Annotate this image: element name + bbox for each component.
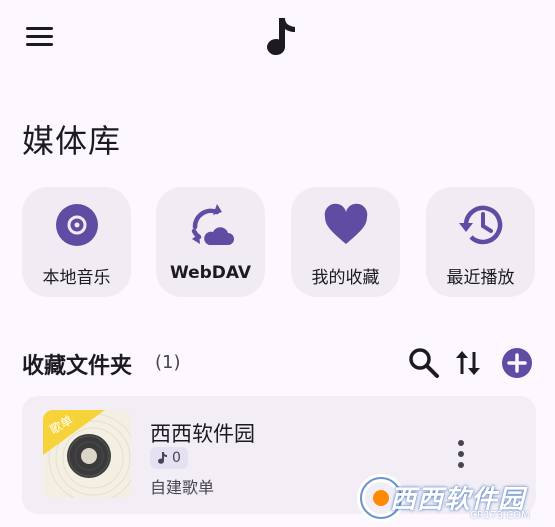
tile-label: 本地音乐: [42, 268, 111, 288]
disc-icon: [55, 204, 98, 246]
tile-favorites[interactable]: 我的收藏: [291, 187, 400, 297]
add-circle-icon[interactable]: [498, 344, 536, 382]
section-title: 收藏文件夹: [22, 354, 133, 379]
tile-local-music[interactable]: 本地音乐: [22, 187, 131, 297]
tile-label: WebDAV: [169, 263, 252, 283]
watermark-subtext: CR173.COM: [470, 510, 530, 521]
more-options-icon[interactable]: [446, 436, 476, 472]
tile-webdav[interactable]: WebDAV: [156, 187, 265, 297]
top-app-bar: [0, 0, 555, 80]
folder-name: 西西软件园: [150, 422, 255, 446]
song-count: 0: [172, 450, 181, 466]
sort-icon[interactable]: [449, 344, 487, 382]
search-icon[interactable]: [405, 344, 443, 382]
history-icon: [458, 205, 502, 245]
section-count: (1): [155, 352, 181, 373]
tile-label: 最近播放: [446, 268, 515, 288]
menu-icon[interactable]: [20, 20, 60, 54]
folder-subtitle: 自建歌单: [150, 478, 215, 497]
music-note-small-icon: [158, 452, 167, 464]
cloud-sync-icon: [191, 204, 234, 245]
playlist-cover: 歌单: [43, 410, 131, 498]
page-title: 媒体库: [22, 122, 122, 160]
tile-label: 我的收藏: [311, 268, 380, 288]
heart-icon: [324, 203, 367, 244]
music-note-icon: [267, 18, 295, 56]
song-count-chip: 0: [150, 447, 188, 469]
tile-recent[interactable]: 最近播放: [426, 187, 535, 297]
